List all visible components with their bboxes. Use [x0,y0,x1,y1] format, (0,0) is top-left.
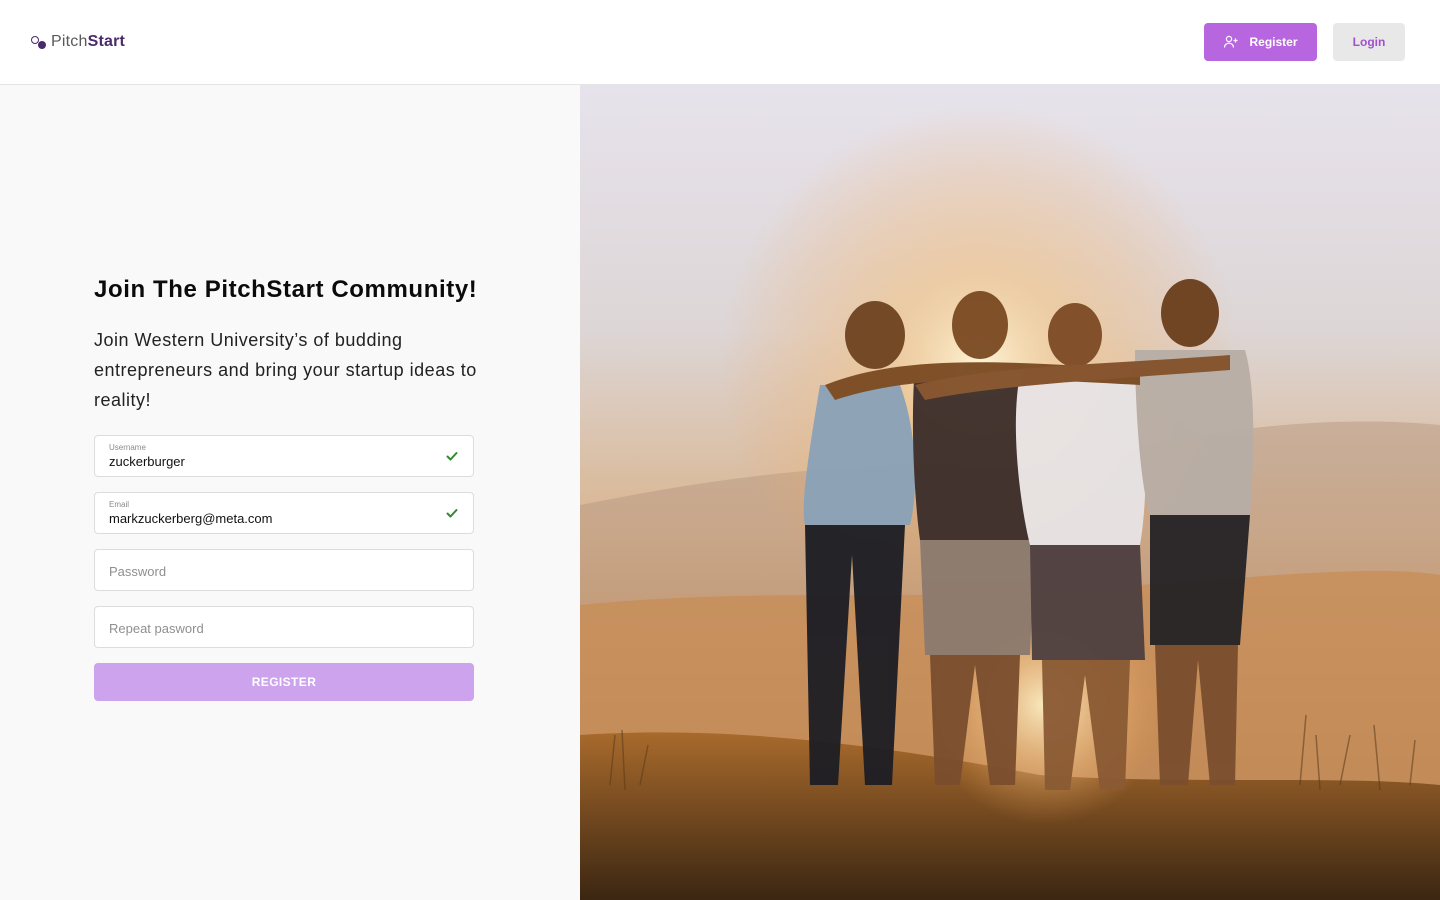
email-input[interactable] [109,511,429,526]
pitchstart-logo[interactable]: PitchStart [31,31,125,53]
page-subtitle: Join Western University’s of budding ent… [94,330,477,410]
email-label: Email [109,500,130,509]
email-field[interactable]: Email [94,492,474,534]
valid-check-icon [446,452,458,461]
valid-check-icon [446,509,458,518]
logo-text-pitch: Pitch [51,33,88,50]
nav-login-button[interactable]: Login [1333,23,1405,61]
logo-icon [31,34,47,50]
repeat-password-field[interactable] [94,606,474,648]
password-input[interactable] [109,562,429,580]
username-field[interactable]: Username [94,435,474,477]
logo-text: PitchStart [51,33,125,51]
repeat-password-input[interactable] [109,619,429,637]
user-plus-icon [1224,35,1238,48]
username-label: Username [109,443,146,452]
page-title: Join The PitchStart Community! [94,276,478,303]
nav-register-label: Register [1249,35,1298,49]
logo-text-start: Start [87,33,126,50]
hero-image [580,85,1440,900]
group-of-friends-sunset-photo [580,85,1440,900]
register-submit-button[interactable]: REGISTER [94,663,474,701]
nav-register-button[interactable]: Register [1204,23,1317,61]
top-navbar: PitchStart Register Login [0,0,1440,85]
password-field[interactable] [94,549,474,591]
username-input[interactable] [109,454,429,469]
register-panel: Join The PitchStart Community! Join West… [0,85,580,900]
